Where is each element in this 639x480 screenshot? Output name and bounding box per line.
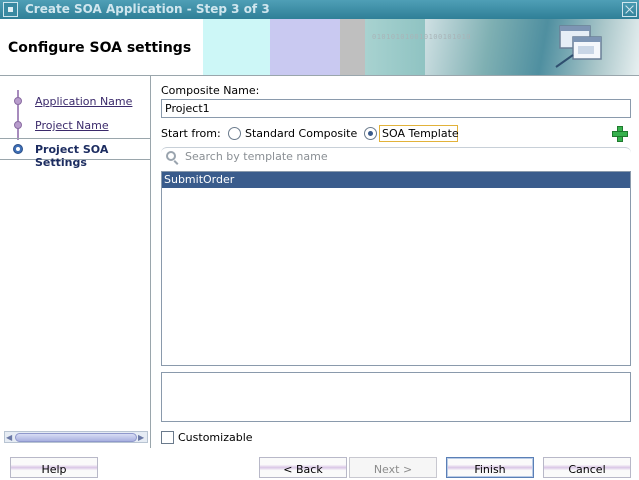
finish-button[interactable]: Finish — [446, 457, 534, 478]
composite-name-input[interactable] — [161, 99, 631, 118]
cancel-button[interactable]: Cancel — [543, 457, 631, 478]
list-item[interactable]: SubmitOrder — [162, 172, 630, 188]
search-icon — [166, 151, 176, 161]
soa-template-radio-label[interactable]: SOA Template — [382, 127, 459, 140]
page-title: Configure SOA settings — [8, 40, 192, 56]
template-list[interactable]: SubmitOrder — [161, 171, 631, 366]
nav-item-label: Project SOA Settings — [35, 143, 109, 169]
scrollbar-thumb[interactable] — [15, 433, 137, 442]
standard-composite-radio-label[interactable]: Standard Composite — [245, 127, 357, 140]
nav-item-label[interactable]: Project Name — [35, 119, 109, 132]
scroll-left-icon[interactable]: ◀ — [6, 433, 12, 442]
composite-name-label: Composite Name: — [161, 84, 260, 97]
nav-item-application-name[interactable]: Application Name — [0, 91, 150, 113]
wizard-step-navigator: Application Name Project Name Project SO… — [0, 76, 151, 448]
header-decoration-band — [270, 19, 340, 75]
close-icon[interactable] — [622, 2, 637, 17]
next-button[interactable]: Next > — [349, 457, 437, 478]
add-template-icon[interactable] — [612, 126, 628, 142]
header-decoration-band — [365, 19, 425, 75]
soa-settings-panel: Composite Name: Start from: Standard Com… — [152, 76, 639, 448]
nav-item-label[interactable]: Application Name — [35, 95, 132, 108]
back-button[interactable]: < Back — [259, 457, 347, 478]
title-bar: Create SOA Application - Step 3 of 3 — [0, 0, 639, 19]
header-decoration-band — [340, 19, 365, 75]
template-description-box — [161, 372, 631, 422]
template-search-input[interactable] — [185, 149, 615, 164]
customizable-checkbox-label[interactable]: Customizable — [178, 431, 253, 444]
start-from-label: Start from: — [161, 127, 221, 140]
wizard-header: 010101010010100101010 Configure SOA sett… — [0, 19, 639, 76]
standard-composite-radio[interactable] — [228, 127, 241, 140]
scroll-right-icon[interactable]: ▶ — [138, 433, 144, 442]
nav-item-project-name[interactable]: Project Name — [0, 115, 150, 137]
window-menu-icon[interactable] — [3, 2, 18, 17]
wizard-windows-icon — [555, 25, 602, 68]
customizable-checkbox[interactable] — [161, 431, 174, 444]
help-button[interactable]: Help — [10, 457, 98, 478]
header-decoration-band — [425, 19, 639, 75]
nav-item-project-soa-settings[interactable]: Project SOA Settings — [0, 138, 150, 169]
nav-horizontal-scrollbar[interactable]: ◀ ▶ — [4, 431, 148, 443]
soa-template-radio[interactable] — [364, 127, 377, 140]
window-title: Create SOA Application - Step 3 of 3 — [25, 2, 270, 16]
template-search-box[interactable] — [161, 147, 631, 166]
header-decoration-band — [203, 19, 270, 75]
header-binary-decoration: 010101010010100101010 — [372, 33, 472, 41]
